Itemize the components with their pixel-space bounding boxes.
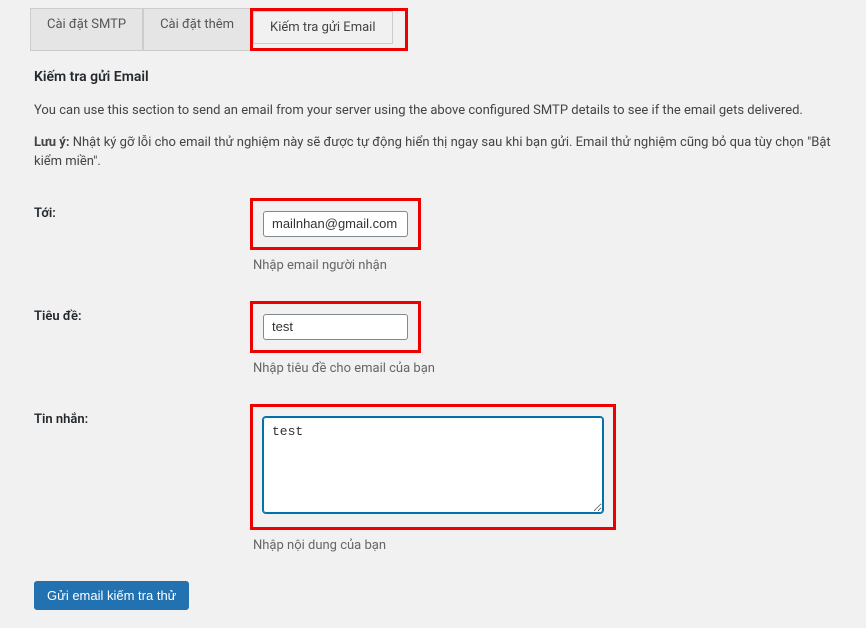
highlight-message-field <box>250 404 616 530</box>
tab-bar: Cài đặt SMTP Cài đặt thêm Kiếm tra gửi E… <box>0 0 866 51</box>
tab-smtp-settings[interactable]: Cài đặt SMTP <box>30 8 143 51</box>
submit-wrap: Gửi email kiếm tra thử <box>34 581 832 610</box>
tab-extra-settings[interactable]: Cài đặt thêm <box>143 8 251 51</box>
tab-test-email[interactable]: Kiếm tra gửi Email <box>253 11 392 44</box>
row-subject: Tiêu đề: Nhập tiêu đề cho email của bạn <box>34 301 832 376</box>
test-email-panel: Kiếm tra gửi Email You can use this sect… <box>0 51 866 628</box>
label-message: Tin nhắn: <box>34 404 250 427</box>
message-textarea[interactable] <box>263 417 603 513</box>
subject-input[interactable] <box>263 314 408 340</box>
description-text: You can use this section to send an emai… <box>34 101 832 121</box>
highlight-subject-field <box>250 301 421 353</box>
send-test-email-button[interactable]: Gửi email kiếm tra thử <box>34 581 189 610</box>
row-message: Tin nhắn: Nhập nội dung của bạn <box>34 404 832 553</box>
row-to: Tới: Nhập email người nhận <box>34 198 832 273</box>
label-to: Tới: <box>34 198 250 221</box>
help-subject: Nhập tiêu đề cho email của bạn <box>253 361 832 376</box>
help-to: Nhập email người nhận <box>253 258 832 273</box>
highlight-to-field <box>250 198 421 250</box>
help-message: Nhập nội dung của bạn <box>253 538 832 553</box>
note-text: Lưu ý: Nhật ký gỡ lỗi cho email thử nghi… <box>34 133 832 172</box>
section-title: Kiếm tra gửi Email <box>34 69 832 85</box>
note-strong: Lưu ý: <box>34 135 70 150</box>
label-subject: Tiêu đề: <box>34 301 250 324</box>
highlight-tab-test: Kiếm tra gửi Email <box>250 8 407 51</box>
to-input[interactable] <box>263 211 408 237</box>
note-body: Nhật ký gỡ lỗi cho email thử nghiệm này … <box>34 135 831 170</box>
